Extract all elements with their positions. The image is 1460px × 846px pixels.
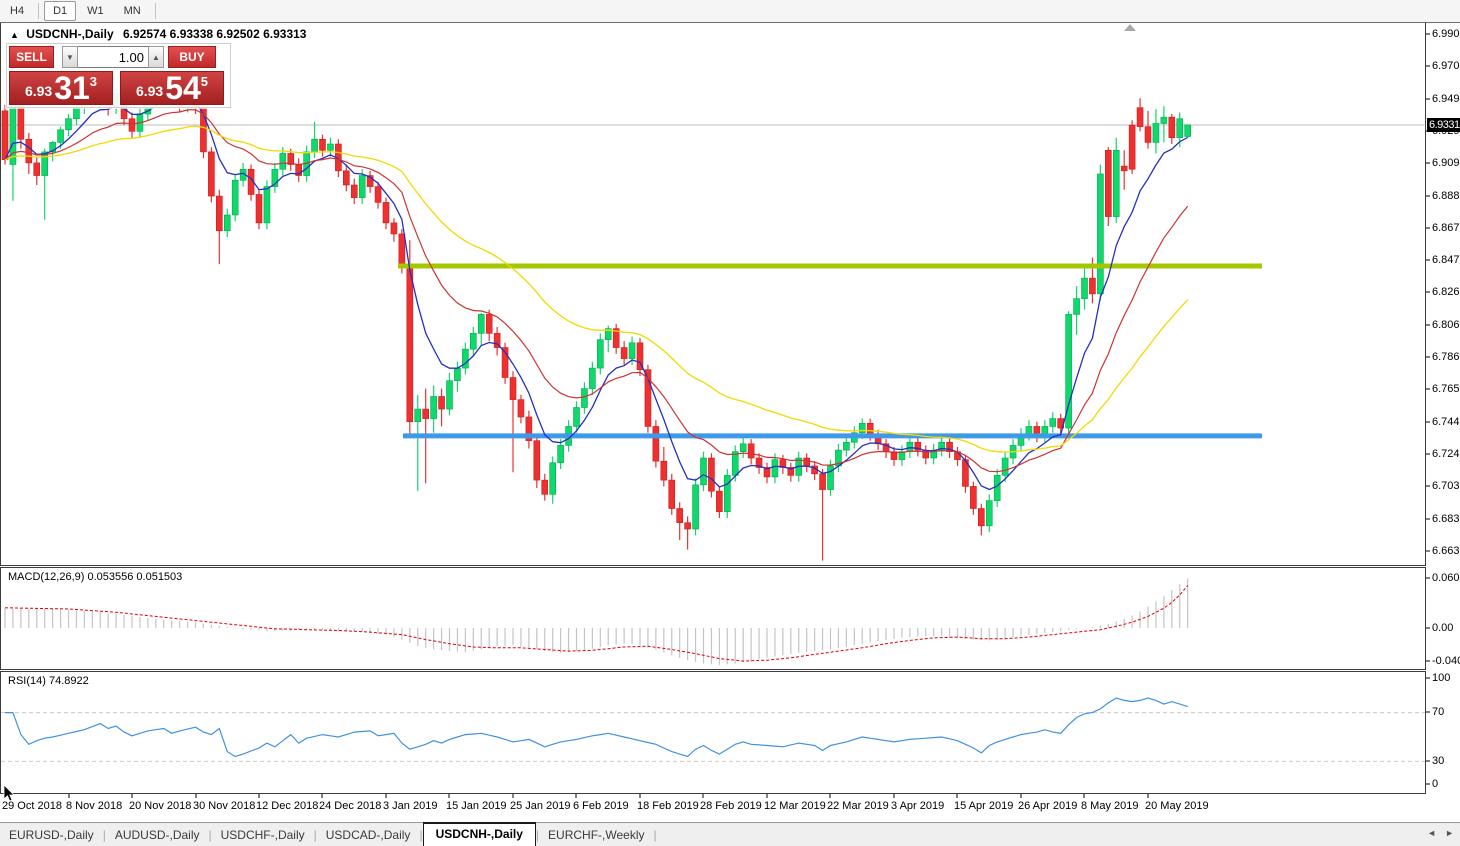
price-axis-label: 6.86770 xyxy=(1432,222,1460,234)
sell-price-pips: 31 xyxy=(54,70,90,106)
date-axis: 29 Oct 2018 8 Nov 2018 20 Nov 2018 30 Nov 2… xyxy=(0,794,1426,822)
date-axis-label: 6 Feb 2019 xyxy=(573,800,629,812)
date-axis-label: 12 Mar 2019 xyxy=(764,800,826,812)
rsi-axis-label: 30 xyxy=(1432,755,1445,767)
tab-usdchf[interactable]: USDCHF-,Daily xyxy=(212,824,314,846)
timeframe-button-h4[interactable]: H4 xyxy=(1,1,33,21)
date-axis-label: 15 Jan 2019 xyxy=(446,800,507,812)
price-axis-label: 6.97030 xyxy=(1432,60,1460,72)
symbol-period-label: USDCNH-,Daily xyxy=(26,27,114,41)
price-axis-label: 6.68350 xyxy=(1432,513,1460,525)
tab-usdcnh[interactable]: USDCNH-,Daily xyxy=(422,822,536,846)
chart-title: ▲ USDCNH-,Daily 6.92574 6.93338 6.92502 … xyxy=(10,27,306,41)
date-axis-label: 8 Nov 2018 xyxy=(66,800,123,812)
sell-button[interactable]: SELL xyxy=(9,46,54,68)
price-axis-label: 6.74470 xyxy=(1432,416,1460,428)
price-axis-label: 6.90910 xyxy=(1432,157,1460,169)
date-axis-label: 18 Feb 2019 xyxy=(637,800,699,812)
mt4-window: H4 D1 W1 MN 29 Oct 2018 8 Nov 2018 20 Nov 201… xyxy=(0,0,1460,846)
macd-axis-label: 0.00 xyxy=(1432,622,1454,634)
timeframe-button-d1[interactable]: D1 xyxy=(44,1,77,21)
current-price-tag: 6.93313 xyxy=(1427,118,1460,132)
price-axis-label: 6.84730 xyxy=(1432,254,1460,266)
one-click-trading-widget: SELL ▼ ▲ BUY 6.93 31 3 6.93 54 5 xyxy=(6,43,231,108)
tab-audusd[interactable]: AUDUSD-,Daily xyxy=(106,824,209,846)
rsi-indicator-label: RSI(14) 74.8922 xyxy=(8,675,89,687)
tab-scroll-right-icon[interactable]: ► xyxy=(1445,828,1454,838)
sell-price-fraction: 3 xyxy=(89,74,98,89)
timeframe-toolbar: H4 D1 W1 MN xyxy=(0,0,1460,23)
date-axis-label: 3 Jan 2019 xyxy=(383,800,438,812)
date-axis-label: 26 Apr 2019 xyxy=(1018,800,1078,812)
price-axis-label: 6.94990 xyxy=(1432,93,1460,105)
macd-axis-label: -0.040415 xyxy=(1432,655,1460,667)
chart-shift-marker-icon[interactable] xyxy=(1124,24,1136,31)
price-axis-label: 6.88810 xyxy=(1432,190,1460,202)
price-axis-label: 6.78610 xyxy=(1432,351,1460,363)
price-axis-label: 6.66310 xyxy=(1432,545,1460,557)
macd-panel[interactable] xyxy=(0,567,1426,670)
tab-eurchf[interactable]: EURCHF-,Weekly xyxy=(539,824,653,846)
buy-price-display[interactable]: 6.93 54 5 xyxy=(120,71,224,105)
sell-price-base: 6.93 xyxy=(24,83,53,99)
rsi-axis-label: 0 xyxy=(1432,778,1439,790)
date-axis-label: 20 Nov 2018 xyxy=(129,800,192,812)
timeframe-button-mn[interactable]: MN xyxy=(115,1,150,21)
ohlc-values: 6.92574 6.93338 6.92502 6.93313 xyxy=(122,27,307,41)
toolbar-separator xyxy=(38,3,40,19)
date-axis-label: 8 May 2019 xyxy=(1081,800,1139,812)
date-axis-label: 22 Mar 2019 xyxy=(827,800,889,812)
buy-price-pips: 54 xyxy=(165,70,201,106)
toolbar-separator xyxy=(154,3,156,19)
date-axis-label: 24 Dec 2018 xyxy=(319,800,382,812)
volume-input[interactable] xyxy=(78,46,148,68)
chart-tab-bar: EURUSD-,Daily | AUDUSD-,Daily | USDCHF-,Dail… xyxy=(0,822,1460,846)
date-axis-label: 20 May 2019 xyxy=(1145,800,1209,812)
date-axis-label: 3 Apr 2019 xyxy=(891,800,945,812)
volume-increase-button[interactable]: ▲ xyxy=(148,46,164,68)
date-axis-label: 28 Feb 2019 xyxy=(700,800,762,812)
tab-usdcad[interactable]: USDCAD-,Daily xyxy=(317,824,420,846)
price-axis-label: 6.72430 xyxy=(1432,448,1460,460)
price-axis-label: 6.80650 xyxy=(1432,319,1460,331)
price-axis-label: 6.82690 xyxy=(1432,286,1460,298)
collapse-icon[interactable]: ▲ xyxy=(10,30,19,40)
volume-decrease-button[interactable]: ▼ xyxy=(62,46,78,68)
date-axis-label: 30 Nov 2018 xyxy=(193,800,256,812)
date-axis-label: 12 Dec 2018 xyxy=(256,800,319,812)
rsi-axis-label: 70 xyxy=(1432,706,1445,718)
tab-eurusd[interactable]: EURUSD-,Daily xyxy=(0,824,103,846)
rsi-axis-label: 100 xyxy=(1432,672,1451,684)
buy-price-base: 6.93 xyxy=(135,83,164,99)
rsi-panel[interactable] xyxy=(0,671,1426,794)
buy-price-fraction: 5 xyxy=(200,74,209,89)
price-axis-label: 6.99070 xyxy=(1432,28,1460,40)
tab-scroll-left-icon[interactable]: ◄ xyxy=(1427,828,1436,838)
macd-indicator-label: MACD(12,26,9) 0.053556 0.051503 xyxy=(8,571,183,583)
price-axis-label: 6.76510 xyxy=(1432,383,1460,395)
date-axis-label: 25 Jan 2019 xyxy=(510,800,571,812)
buy-button[interactable]: BUY xyxy=(168,46,216,68)
mouse-cursor-icon xyxy=(3,785,15,802)
timeframe-button-w1[interactable]: W1 xyxy=(78,1,113,21)
price-axis-label: 6.70390 xyxy=(1432,480,1460,492)
macd-axis-label: 0.060342 xyxy=(1432,572,1460,584)
tab-separator: | xyxy=(653,828,657,842)
date-axis-label: 15 Apr 2019 xyxy=(954,800,1014,812)
sell-price-display[interactable]: 6.93 31 3 xyxy=(9,71,113,105)
